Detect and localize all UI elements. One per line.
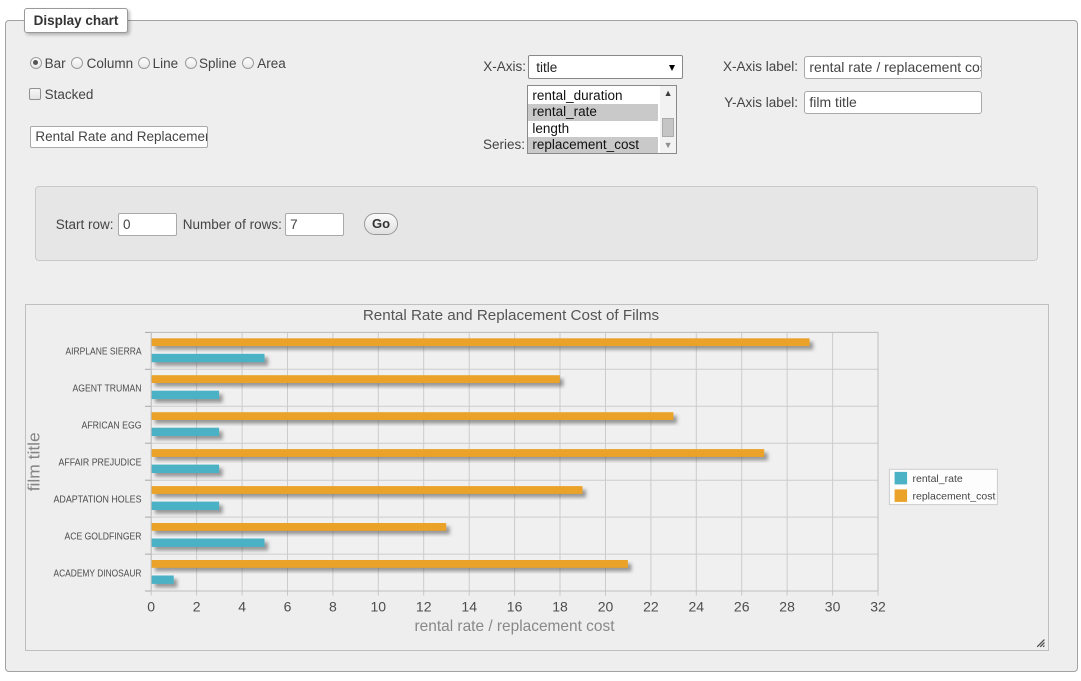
svg-text:24: 24: [689, 599, 705, 615]
svg-text:AFFAIR PREJUDICE: AFFAIR PREJUDICE: [59, 458, 142, 469]
svg-text:AGENT TRUMAN: AGENT TRUMAN: [73, 384, 142, 395]
svg-text:0: 0: [147, 599, 155, 615]
svg-text:16: 16: [507, 599, 523, 615]
svg-text:rental rate / replacement cost: rental rate / replacement cost: [415, 618, 616, 635]
svg-text:32: 32: [870, 599, 886, 615]
svg-text:2: 2: [193, 599, 201, 615]
svg-text:ADAPTATION HOLES: ADAPTATION HOLES: [54, 494, 142, 505]
svg-text:ACADEMY DINOSAUR: ACADEMY DINOSAUR: [54, 568, 142, 579]
svg-text:30: 30: [825, 599, 841, 615]
svg-text:AFRICAN EGG: AFRICAN EGG: [82, 421, 142, 432]
svg-text:10: 10: [371, 599, 387, 615]
svg-text:26: 26: [734, 599, 750, 615]
svg-text:20: 20: [598, 599, 614, 615]
svg-text:22: 22: [643, 599, 659, 615]
svg-text:AIRPLANE SIERRA: AIRPLANE SIERRA: [66, 347, 142, 358]
svg-text:rental_rate: rental_rate: [913, 473, 963, 485]
svg-text:14: 14: [461, 599, 477, 615]
svg-text:ACE GOLDFINGER: ACE GOLDFINGER: [65, 531, 142, 542]
svg-text:12: 12: [416, 599, 432, 615]
svg-text:Rental Rate and Replacement Co: Rental Rate and Replacement Cost of Film…: [363, 307, 660, 324]
svg-text:8: 8: [329, 599, 337, 615]
svg-text:4: 4: [238, 599, 246, 615]
svg-text:18: 18: [552, 599, 568, 615]
svg-text:28: 28: [779, 599, 795, 615]
svg-text:film title: film title: [26, 432, 44, 491]
svg-text:replacement_cost: replacement_cost: [913, 490, 996, 502]
svg-text:6: 6: [284, 599, 292, 615]
